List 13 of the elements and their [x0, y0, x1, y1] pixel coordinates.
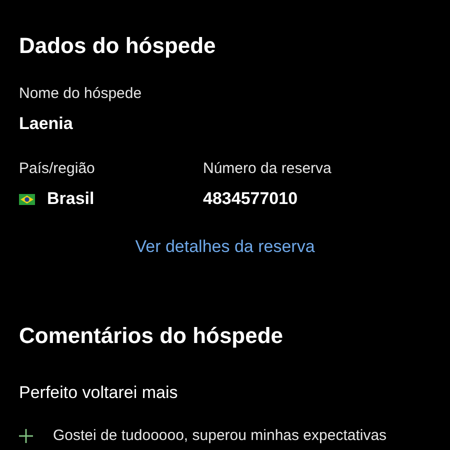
- section-title: Dados do hóspede: [19, 33, 217, 59]
- country-value: Brasil: [47, 189, 94, 209]
- field-label: Número da reserva: [203, 160, 332, 177]
- field-label: Nome do hóspede: [19, 85, 143, 102]
- positive-comment: Gostei de tudooooo, superou minhas expectativas: [53, 427, 387, 444]
- flag-icon: [19, 194, 35, 204]
- plus-icon: [19, 428, 33, 442]
- comment-headline: Perfeito voltarei mais: [19, 383, 179, 403]
- field-label: País/região: [19, 160, 96, 177]
- section-title: Comentários do hóspede: [19, 323, 284, 349]
- details-link[interactable]: Ver detalhes da reserva: [135, 237, 315, 257]
- reservation-number: 4834577010: [203, 189, 299, 209]
- guest-name: Laenia: [19, 114, 74, 134]
